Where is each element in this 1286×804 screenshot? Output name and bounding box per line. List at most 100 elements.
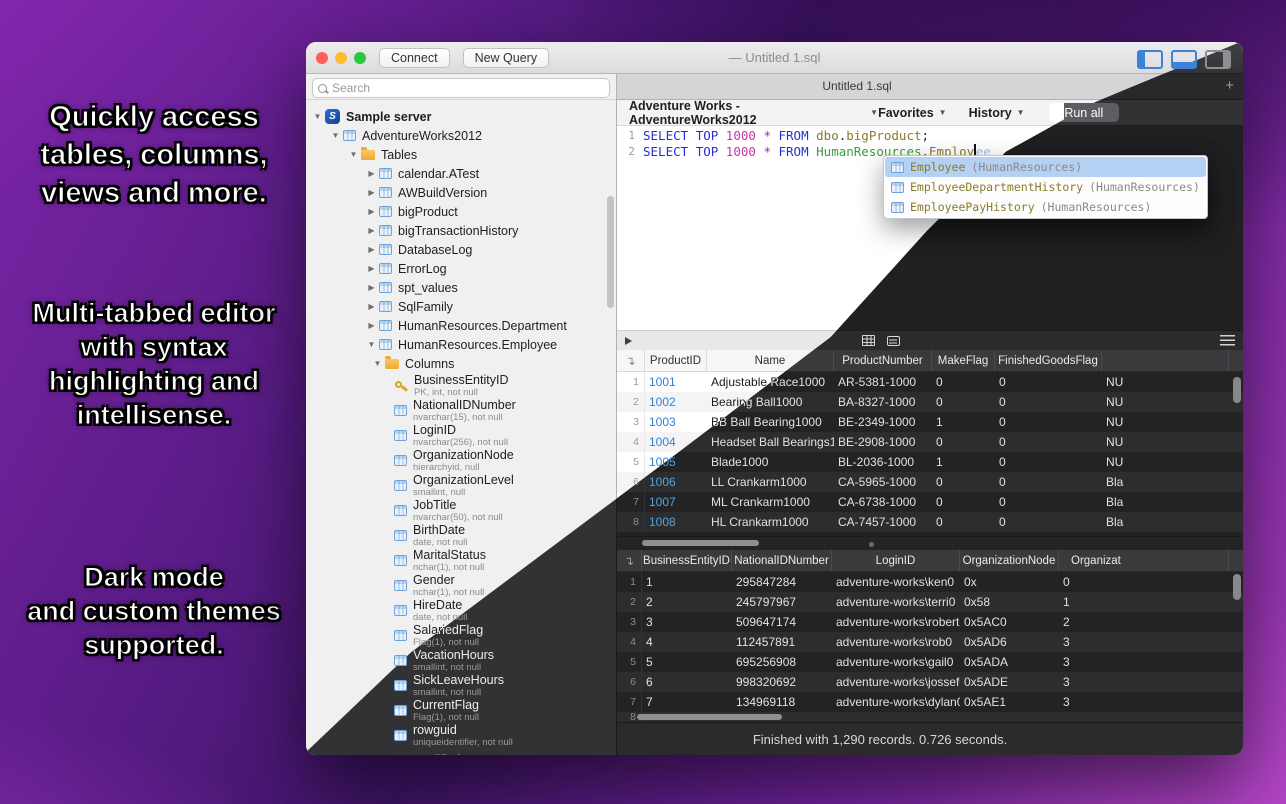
collapse-icon[interactable]: ▼ xyxy=(312,112,323,121)
expand-icon[interactable]: ▶ xyxy=(366,188,377,197)
table-cell[interactable]: NU xyxy=(1102,395,1229,409)
column-header[interactable]: ProductNumber xyxy=(834,350,932,371)
connection-dropdown[interactable]: Adventure Works - AdventureWorks2012 xyxy=(629,99,865,127)
expand-icon[interactable]: ▶ xyxy=(366,283,377,292)
tree-item[interactable]: ▶DatabaseLog xyxy=(306,240,616,259)
table-cell[interactable]: 0 xyxy=(995,495,1102,509)
toggle-sidebar-icon[interactable] xyxy=(1137,50,1163,69)
sidebar-scrollbar-thumb[interactable] xyxy=(607,196,614,308)
table-cell[interactable]: Bla xyxy=(1102,495,1229,509)
table-cell[interactable]: 0x58 xyxy=(960,595,1059,609)
grid1-hscrollbar-thumb[interactable] xyxy=(642,540,759,546)
insert-row-icon[interactable]: ↴ xyxy=(617,550,642,571)
table-row[interactable]: 41004Headset Ball Bearings1000BE-2908-10… xyxy=(617,432,1243,452)
table-cell[interactable]: 6 xyxy=(642,675,732,689)
table-cell[interactable]: 0 xyxy=(932,475,995,489)
table-cell[interactable]: 1002 xyxy=(645,395,707,409)
connect-button[interactable]: Connect xyxy=(379,48,450,68)
table-cell[interactable]: 0 xyxy=(995,455,1102,469)
tree-item[interactable]: ▶AWBuildVersion xyxy=(306,183,616,202)
collapse-icon[interactable]: ▼ xyxy=(366,340,377,349)
table-cell[interactable]: 112457891 xyxy=(732,635,832,649)
table-cell[interactable]: CA-7457-1000 xyxy=(834,515,932,529)
grid1-vscrollbar-thumb[interactable] xyxy=(1233,377,1241,403)
table-cell[interactable]: HL Crankarm1000 xyxy=(707,515,834,529)
table-cell[interactable]: 295847284 xyxy=(732,575,832,589)
new-query-button[interactable]: New Query xyxy=(463,48,550,68)
table-cell[interactable]: 7 xyxy=(642,695,732,709)
column-header[interactable]: ProductID xyxy=(645,350,707,371)
play-icon[interactable] xyxy=(625,337,632,345)
grid-view-icon[interactable] xyxy=(862,335,875,346)
insert-row-icon[interactable]: ↴ xyxy=(617,350,645,371)
table-cell[interactable]: 0x5AE1 xyxy=(960,695,1059,709)
autocomplete-item[interactable]: EmployeePayHistory(HumanResources) xyxy=(885,197,1206,217)
table-cell[interactable]: adventure-works\terri0 xyxy=(832,595,960,609)
table-row[interactable]: 77134969118adventure-works\dylan00x5AE13 xyxy=(617,692,1243,712)
table-cell[interactable]: NU xyxy=(1102,415,1229,429)
table-cell[interactable]: 0 xyxy=(932,435,995,449)
table-cell[interactable]: adventure-works\gail0 xyxy=(832,655,960,669)
tree-item[interactable]: ▼Columns xyxy=(306,354,616,373)
table-row[interactable]: 22245797967adventure-works\terri00x581 xyxy=(617,592,1243,612)
expand-icon[interactable]: ▶ xyxy=(366,207,377,216)
table-cell[interactable]: 998320692 xyxy=(732,675,832,689)
minimize-window-button[interactable] xyxy=(335,52,347,64)
results-splitter[interactable] xyxy=(617,536,1243,550)
zoom-window-button[interactable] xyxy=(354,52,366,64)
table-cell[interactable]: 3 xyxy=(1059,635,1229,649)
table-cell[interactable]: 3 xyxy=(1059,695,1229,709)
table-cell[interactable]: 4 xyxy=(642,635,732,649)
column-header[interactable]: FinishedGoodsFlag xyxy=(995,350,1102,371)
table-cell[interactable]: 0 xyxy=(932,495,995,509)
table-row[interactable]: 33509647174adventure-works\roberto00x5AC… xyxy=(617,612,1243,632)
tree-item[interactable]: ▶HumanResources.Department xyxy=(306,316,616,335)
table-cell[interactable]: NU xyxy=(1102,375,1229,389)
tree-column-item[interactable]: BusinessEntityIDPK, int, not null xyxy=(306,373,616,398)
expand-icon[interactable]: ▶ xyxy=(366,302,377,311)
table-cell[interactable]: adventure-works\dylan0 xyxy=(832,695,960,709)
table-cell[interactable]: adventure-works\roberto0 xyxy=(832,615,960,629)
table-cell[interactable]: 2 xyxy=(1059,615,1229,629)
table-cell[interactable]: BA-8327-1000 xyxy=(834,395,932,409)
expand-icon[interactable]: ▶ xyxy=(366,245,377,254)
column-header[interactable]: NationalIDNumber xyxy=(732,550,832,571)
column-header[interactable]: LoginID xyxy=(832,550,960,571)
collapse-icon[interactable]: ▼ xyxy=(330,131,341,140)
table-cell[interactable]: 1006 xyxy=(645,475,707,489)
table-cell[interactable]: Bla xyxy=(1102,515,1229,529)
table-cell[interactable]: CA-5965-1000 xyxy=(834,475,932,489)
tree-item[interactable]: ▶ErrorLog xyxy=(306,259,616,278)
table-cell[interactable]: 695256908 xyxy=(732,655,832,669)
table-cell[interactable]: 1001 xyxy=(645,375,707,389)
table-cell[interactable]: BL-2036-1000 xyxy=(834,455,932,469)
table-cell[interactable]: Bla xyxy=(1102,475,1229,489)
table-cell[interactable]: 3 xyxy=(1059,675,1229,689)
table-cell[interactable]: adventure-works\rob0 xyxy=(832,635,960,649)
table-cell[interactable]: 1 xyxy=(932,415,995,429)
table-row[interactable]: 51005Blade1000BL-2036-100010NU xyxy=(617,452,1243,472)
grid2-hscrollbar-thumb[interactable] xyxy=(637,714,782,720)
table-cell[interactable]: 1 xyxy=(1059,595,1229,609)
table-cell[interactable]: adventure-works\jossef0 xyxy=(832,675,960,689)
table-cell[interactable]: 0 xyxy=(995,375,1102,389)
table-cell[interactable]: 0x xyxy=(960,575,1059,589)
table-cell[interactable]: 2 xyxy=(642,595,732,609)
tree-column-item[interactable]: LoginIDnvarchar(256), not null xyxy=(306,423,616,448)
column-header[interactable]: MakeFlag xyxy=(932,350,995,371)
table-cell[interactable]: 1003 xyxy=(645,415,707,429)
tree-column-item[interactable]: rowguiduniqueidentifier, not null xyxy=(306,723,616,748)
table-cell[interactable]: 0 xyxy=(995,475,1102,489)
table-cell[interactable]: 1008 xyxy=(645,515,707,529)
tree-item[interactable]: ▶SqlFamily xyxy=(306,297,616,316)
history-dropdown[interactable]: History xyxy=(969,106,1012,120)
table-cell[interactable]: Headset Ball Bearings1000 xyxy=(707,435,834,449)
search-input[interactable]: Search xyxy=(312,78,610,98)
collapse-icon[interactable]: ▼ xyxy=(348,150,359,159)
table-row[interactable]: 71007ML Crankarm1000CA-6738-100000Bla xyxy=(617,492,1243,512)
table-cell[interactable]: CA-6738-1000 xyxy=(834,495,932,509)
autocomplete-item[interactable]: Employee(HumanResources) xyxy=(885,157,1206,177)
table-row[interactable]: 55695256908adventure-works\gail00x5ADA3 xyxy=(617,652,1243,672)
tree-item[interactable]: ▶bigTransactionHistory xyxy=(306,221,616,240)
table-cell[interactable]: BE-2349-1000 xyxy=(834,415,932,429)
